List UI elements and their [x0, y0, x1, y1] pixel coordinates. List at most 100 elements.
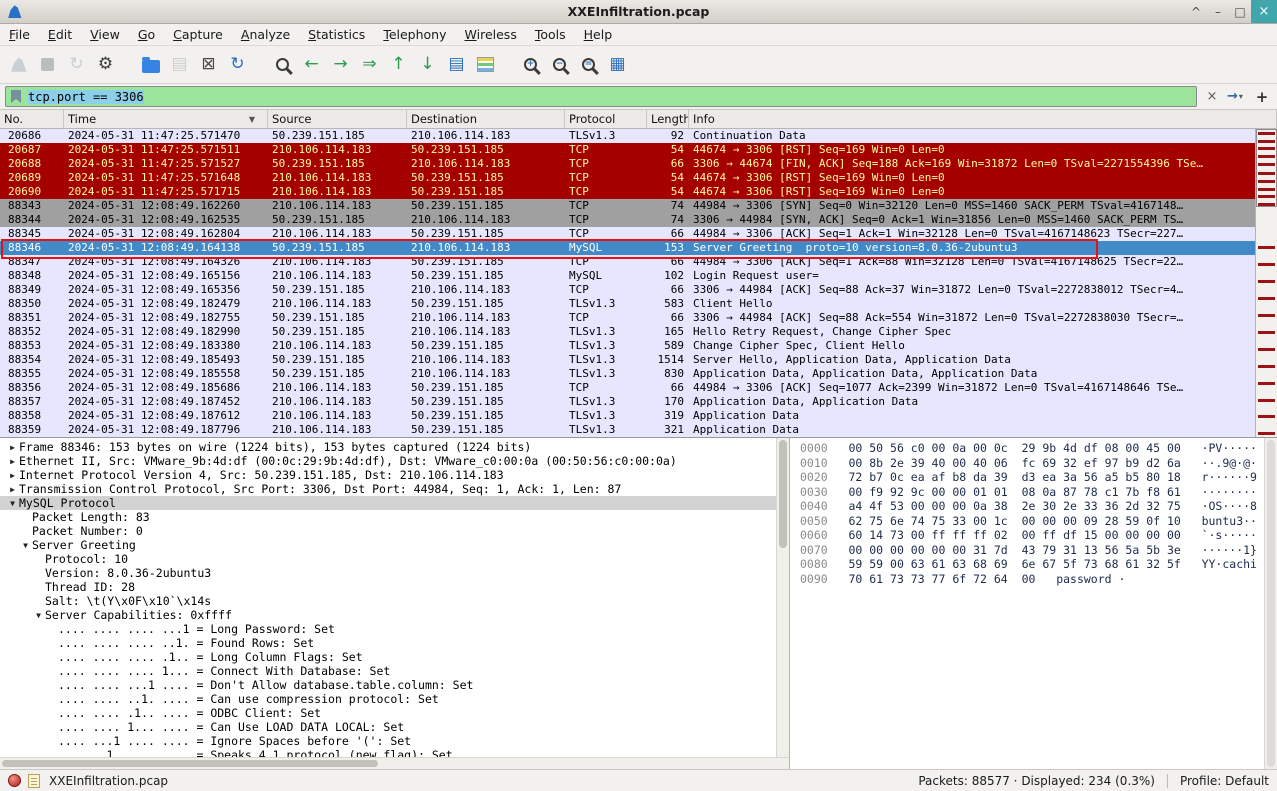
colorize-button[interactable] [471, 50, 500, 79]
open-file-button[interactable] [136, 50, 165, 79]
zoom-in-button[interactable]: + [516, 50, 545, 79]
packet-row[interactable]: 88358 2024-05-31 12:08:49.187612 210.106.1… [0, 409, 1255, 423]
detail-line[interactable]: .... .... .... ...1 = Long Password: Set [0, 622, 789, 636]
detail-line[interactable]: .... ...1 .... .... = Ignore Spaces befo… [0, 734, 789, 748]
detail-line[interactable]: .... .... .... 1... = Connect With Datab… [0, 664, 789, 678]
menu-item-help[interactable]: Help [575, 25, 622, 44]
collapse-icon[interactable]: ▼ [19, 538, 32, 552]
status-profile[interactable]: Profile: Default [1180, 774, 1269, 788]
menu-item-tools[interactable]: Tools [526, 25, 575, 44]
expert-info-icon[interactable] [8, 774, 21, 787]
column-header-destination[interactable]: Destination [407, 110, 565, 128]
packet-row[interactable]: 20690 2024-05-31 11:47:25.571715 210.106.1… [0, 185, 1255, 199]
filter-bookmark-icon[interactable] [11, 90, 21, 103]
packet-row[interactable]: 88350 2024-05-31 12:08:49.182479 210.106.1… [0, 297, 1255, 311]
details-vertical-scrollbar[interactable] [776, 438, 789, 757]
capture-options-button[interactable]: ⚙ [91, 50, 120, 79]
expand-icon[interactable]: ▶ [6, 440, 19, 454]
detail-line[interactable]: Thread ID: 28 [0, 580, 789, 594]
packet-row[interactable]: 20687 2024-05-31 11:47:25.571511 210.106.1… [0, 143, 1255, 157]
packet-row[interactable]: 88346 2024-05-31 12:08:49.164138 50.239.15… [0, 239, 1255, 259]
start-capture-button[interactable] [4, 50, 33, 79]
details-horizontal-scrollbar[interactable] [0, 757, 789, 769]
reload-file-button[interactable]: ↻ [223, 50, 252, 79]
menu-item-edit[interactable]: Edit [39, 25, 81, 44]
packet-row[interactable]: 88349 2024-05-31 12:08:49.165356 50.239.15… [0, 283, 1255, 297]
hex-vertical-scrollbar[interactable] [1264, 438, 1277, 769]
detail-line[interactable]: Protocol: 10 [0, 552, 789, 566]
packet-row[interactable]: 20689 2024-05-31 11:47:25.571648 210.106.1… [0, 171, 1255, 185]
restart-capture-button[interactable]: ↻ [62, 50, 91, 79]
packet-row[interactable]: 88357 2024-05-31 12:08:49.187452 210.106.1… [0, 395, 1255, 409]
detail-line[interactable]: .... .... ...1 .... = Don't Allow databa… [0, 678, 789, 692]
packet-row[interactable]: 88345 2024-05-31 12:08:49.162804 210.106.1… [0, 227, 1255, 241]
column-header-no[interactable]: No. [0, 110, 64, 128]
close-button[interactable]: × [1251, 0, 1277, 23]
collapse-icon[interactable]: ▼ [32, 608, 45, 622]
hex-row[interactable]: 0000 00 50 56 c0 00 0a 00 0c 29 9b 4d df… [800, 441, 1277, 456]
details-horizontal-scrollbar-thumb[interactable] [2, 760, 378, 767]
zoom-out-button[interactable]: − [545, 50, 574, 79]
hex-row[interactable]: 0040 a4 4f 53 00 00 00 0a 38 2e 30 2e 33… [800, 499, 1277, 514]
hex-row[interactable]: 0030 00 f9 92 9c 00 00 01 01 08 0a 87 78… [800, 485, 1277, 500]
display-filter-input[interactable]: tcp.port == 3306 [5, 86, 1197, 107]
hex-row[interactable]: 0070 00 00 00 00 00 00 31 7d 43 79 31 13… [800, 543, 1277, 558]
detail-line[interactable]: .... .... .... .1.. = Long Column Flags:… [0, 650, 789, 664]
packet-row[interactable]: 88355 2024-05-31 12:08:49.185558 50.239.15… [0, 367, 1255, 381]
hex-row[interactable]: 0080 59 59 00 63 61 63 68 69 6e 67 5f 73… [800, 557, 1277, 572]
packet-row[interactable]: 88348 2024-05-31 12:08:49.165156 210.106.1… [0, 269, 1255, 283]
wireshark-logo-icon[interactable] [8, 5, 22, 18]
shade-button[interactable]: ^ [1185, 0, 1207, 23]
hex-row[interactable]: 0010 00 8b 2e 39 40 00 40 06 fc 69 32 ef… [800, 456, 1277, 471]
detail-line[interactable]: Version: 8.0.36-2ubuntu3 [0, 566, 789, 580]
filter-clear-button[interactable]: × [1202, 86, 1222, 107]
time-column-menu-icon[interactable]: ▼ [249, 115, 255, 124]
close-file-button[interactable]: ⊠ [194, 50, 223, 79]
filter-add-button[interactable]: + [1252, 86, 1272, 107]
packet-row[interactable]: 88356 2024-05-31 12:08:49.185686 210.106.1… [0, 381, 1255, 395]
resize-columns-button[interactable]: ▦ [603, 50, 632, 79]
go-to-packet-button[interactable]: ⇒ [355, 50, 384, 79]
filter-apply-button[interactable]: → ▾ [1227, 86, 1247, 107]
details-vertical-scrollbar-thumb[interactable] [779, 440, 787, 548]
detail-line[interactable]: ▶ Ethernet II, Src: VMware_9b:4d:df (00:0… [0, 454, 789, 468]
stop-capture-button[interactable] [33, 50, 62, 79]
hex-row[interactable]: 0090 70 61 73 73 77 6f 72 64 00 password… [800, 572, 1263, 587]
go-forward-button[interactable]: → [326, 50, 355, 79]
go-last-button[interactable]: ↓ [413, 50, 442, 79]
collapse-icon[interactable]: ▼ [6, 496, 19, 510]
packet-row[interactable]: 88353 2024-05-31 12:08:49.183380 210.106.1… [0, 339, 1255, 353]
packet-row[interactable]: 88344 2024-05-31 12:08:49.162535 50.239.15… [0, 213, 1255, 227]
menu-item-go[interactable]: Go [129, 25, 164, 44]
detail-line[interactable]: ▼ Server Capabilities: 0xffff [0, 608, 789, 622]
column-header-source[interactable]: Source [268, 110, 407, 128]
packet-minimap[interactable] [1255, 129, 1277, 437]
detail-line[interactable]: .... .... .... ..1. = Found Rows: Set [0, 636, 789, 650]
expand-icon[interactable]: ▶ [6, 454, 19, 468]
packet-row[interactable]: 20688 2024-05-31 11:47:25.571527 50.239.15… [0, 157, 1255, 171]
packet-row[interactable]: 88352 2024-05-31 12:08:49.182990 50.239.15… [0, 325, 1255, 339]
hex-row[interactable]: 0060 60 14 73 00 ff ff ff 02 00 ff df 15… [800, 528, 1277, 543]
detail-line[interactable]: .... ..1. .... .... = Speaks 4.1 protoco… [0, 748, 789, 757]
detail-line[interactable]: ▶ Internet Protocol Version 4, Src: 50.23… [0, 468, 789, 482]
hex-row[interactable]: 0020 72 b7 0c ea af b8 da 39 d3 ea 3a 56… [800, 470, 1277, 485]
menu-item-wireless[interactable]: Wireless [456, 25, 526, 44]
menu-item-telephony[interactable]: Telephony [374, 25, 455, 44]
detail-line[interactable]: ▶ Transmission Control Protocol, Src Port… [0, 482, 789, 496]
detail-line[interactable]: Packet Length: 83 [0, 510, 789, 524]
detail-line[interactable]: .... .... 1... .... = Can Use LOAD DATA … [0, 720, 789, 734]
packet-row[interactable]: 88359 2024-05-31 12:08:49.187796 210.106.1… [0, 423, 1255, 437]
menu-item-statistics[interactable]: Statistics [299, 25, 374, 44]
detail-line[interactable]: Packet Number: 0 [0, 524, 789, 538]
detail-line[interactable]: Salt: \t(Y\x0F\x10`\x14s [0, 594, 789, 608]
capture-comment-icon[interactable] [28, 773, 40, 788]
menu-item-capture[interactable]: Capture [164, 25, 232, 44]
packet-row[interactable]: 88347 2024-05-31 12:08:49.164326 210.106.1… [0, 255, 1255, 269]
column-header-length[interactable]: Length [647, 110, 689, 128]
find-packet-button[interactable] [268, 50, 297, 79]
column-header-time[interactable]: Time ▼ [64, 110, 268, 128]
expand-icon[interactable]: ▶ [6, 482, 19, 496]
hex-vertical-scrollbar-thumb[interactable] [1267, 440, 1275, 767]
zoom-reset-button[interactable]: = [574, 50, 603, 79]
title-bar[interactable]: XXEInfiltration.pcap ^ – □ × [0, 0, 1277, 24]
